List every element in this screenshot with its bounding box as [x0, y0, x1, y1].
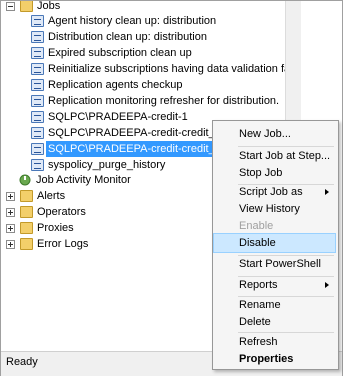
menu-item-properties[interactable]: Properties: [214, 350, 335, 368]
job-icon: [31, 127, 44, 139]
job-icon: [31, 159, 44, 171]
context-menu: New Job... Start Job at Step... Stop Job…: [212, 120, 339, 370]
tree-node-label: Operators: [37, 206, 86, 218]
job-item[interactable]: Agent history clean up: distribution: [1, 13, 285, 29]
job-item[interactable]: Reinitialize subscriptions having data v…: [1, 61, 285, 77]
job-icon: [31, 47, 44, 59]
submenu-arrow-icon: [325, 189, 329, 195]
menu-item-start-powershell[interactable]: Start PowerShell: [214, 255, 335, 273]
menu-item-delete[interactable]: Delete: [214, 313, 335, 331]
menu-item-refresh[interactable]: Refresh: [214, 333, 335, 351]
job-label: Reinitialize subscriptions having data v…: [48, 63, 285, 75]
job-item[interactable]: Expired subscription clean up: [1, 45, 285, 61]
job-icon: [31, 79, 44, 91]
expand-icon[interactable]: [6, 240, 15, 249]
job-label: SQLPC\PRADEEPA-credit-credit_pub-SQL: [46, 141, 214, 157]
menu-item-reports[interactable]: Reports: [214, 276, 335, 294]
tree-node-label: Error Logs: [37, 238, 89, 250]
menu-item-enable: Enable: [239, 220, 274, 232]
folder-icon: [20, 190, 33, 202]
job-icon: [31, 63, 44, 75]
tree-node-label: Alerts: [37, 190, 66, 202]
expand-icon[interactable]: [6, 224, 15, 233]
job-label: syspolicy_purge_history: [48, 159, 166, 171]
menu-item-disable[interactable]: Disable: [213, 233, 336, 253]
menu-item-view-history[interactable]: View History: [214, 200, 335, 218]
job-label: Distribution clean up: distribution: [48, 31, 207, 43]
menu-item-label: Script Job as: [239, 186, 303, 198]
job-label: Expired subscription clean up: [48, 47, 192, 59]
job-label: Replication monitoring refresher for dis…: [48, 95, 280, 107]
menu-item-new-job[interactable]: New Job...: [214, 125, 335, 143]
submenu-arrow-icon: [325, 282, 329, 288]
folder-icon: [20, 1, 33, 12]
collapse-icon[interactable]: [6, 2, 15, 11]
job-label: Agent history clean up: distribution: [48, 15, 217, 27]
expand-icon[interactable]: [6, 192, 15, 201]
menu-item-script-job-as[interactable]: Script Job as: [214, 183, 335, 201]
monitor-icon: [19, 174, 32, 186]
job-icon: [31, 111, 44, 123]
job-label: Replication agents checkup: [48, 79, 183, 91]
folder-icon: [20, 238, 33, 250]
job-icon: [31, 95, 44, 107]
status-text: Ready: [6, 356, 38, 368]
job-icon: [31, 15, 44, 27]
menu-item-start-job-at-step[interactable]: Start Job at Step...: [214, 147, 335, 165]
menu-item-label: Reports: [239, 279, 278, 291]
job-icon: [31, 31, 44, 43]
job-item[interactable]: Replication monitoring refresher for dis…: [1, 93, 285, 109]
folder-icon: [20, 222, 33, 234]
tree-node-label: Job Activity Monitor: [36, 174, 131, 186]
folder-icon: [20, 206, 33, 218]
job-item[interactable]: Distribution clean up: distribution: [1, 29, 285, 45]
job-label: SQLPC\PRADEEPA-credit-1: [48, 111, 188, 123]
menu-item-rename[interactable]: Rename: [214, 296, 335, 314]
menu-item-stop-job[interactable]: Stop Job: [214, 164, 335, 182]
expand-icon[interactable]: [6, 208, 15, 217]
tree-node-label: Proxies: [37, 222, 74, 234]
job-item[interactable]: Replication agents checkup: [1, 77, 285, 93]
job-icon: [31, 143, 44, 155]
